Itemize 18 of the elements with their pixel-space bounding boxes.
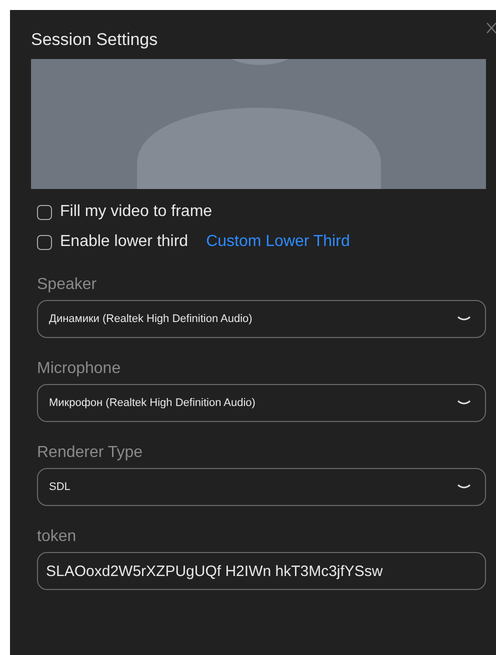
checkbox-label: Fill my video to frame <box>60 203 212 221</box>
chevron-down-icon <box>457 484 471 490</box>
checkbox-label: Enable lower third <box>60 233 188 251</box>
dropdown[interactable]: SDL <box>37 468 486 506</box>
window-title: Session Settings <box>31 30 159 50</box>
field-label: token <box>37 528 78 546</box>
checkbox[interactable] <box>37 234 52 250</box>
dropdown[interactable]: Динамики (Realtek High Definition Audio) <box>37 300 486 338</box>
field-label: Speaker <box>37 276 98 294</box>
chevron-down-icon <box>457 316 471 322</box>
token-field[interactable]: SLAOoxd2W5rXZPUgUQf H2IWn hkT3Mc3jfYSsw <box>37 552 486 590</box>
checkbox[interactable] <box>37 204 52 220</box>
chevron-down-icon <box>457 400 471 406</box>
dropdown[interactable]: Микрофон (Realtek High Definition Audio) <box>37 384 486 422</box>
field-label: Microphone <box>37 360 122 378</box>
custom-lower-third-link[interactable]: Custom Lower Third <box>206 233 350 251</box>
close-icon[interactable] <box>486 22 496 34</box>
field-label: Renderer Type <box>37 444 144 462</box>
